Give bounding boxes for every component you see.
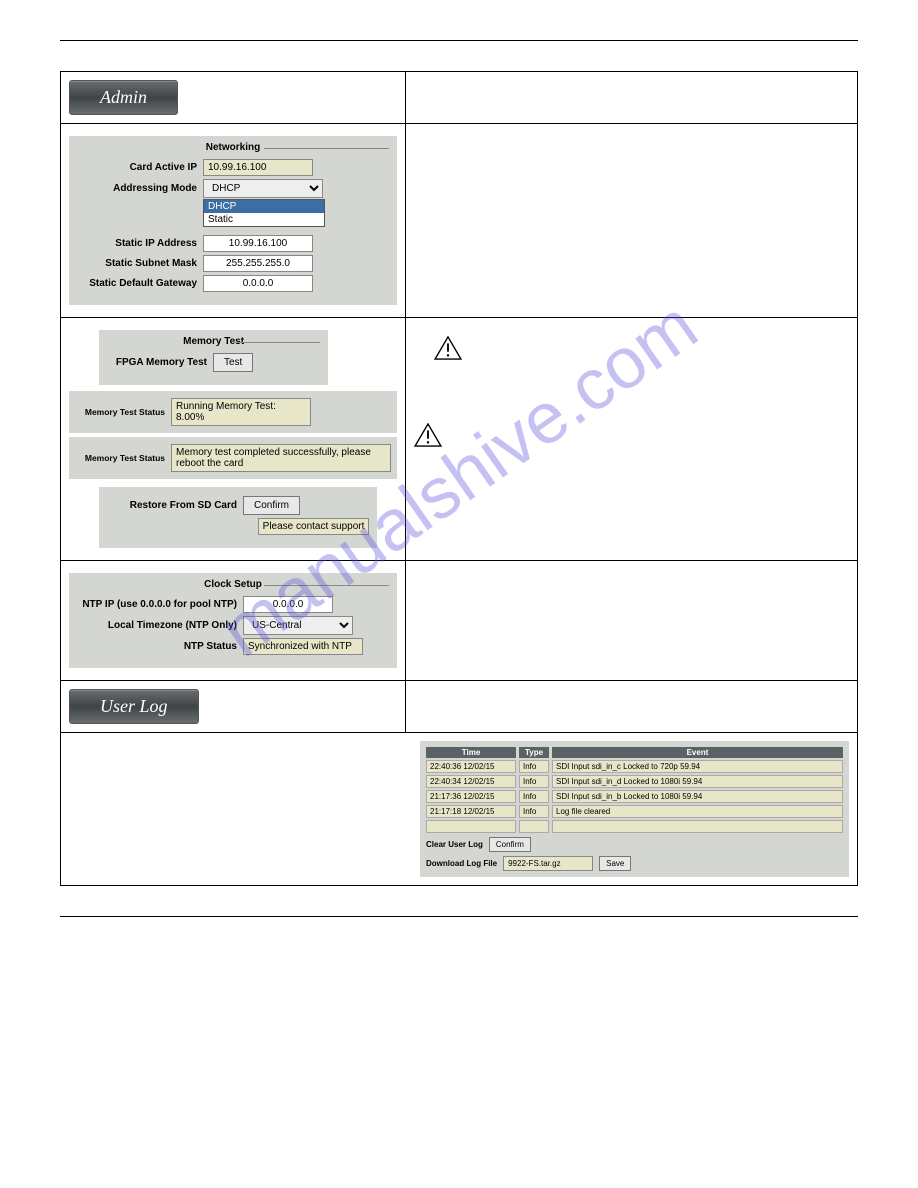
memory-status2-panel: Memory Test Status Memory test completed… <box>69 437 397 479</box>
log-header-time: Time <box>426 747 516 758</box>
gateway-label: Static Default Gateway <box>77 278 197 289</box>
content-table: Admin Networking Card Active IP 10.99.16… <box>60 71 858 886</box>
clock-panel: Clock Setup NTP IP (use 0.0.0.0 for pool… <box>69 573 397 668</box>
memory-test-panel: Memory Test FPGA Memory Test Test <box>99 330 328 385</box>
clear-log-label: Clear User Log <box>426 840 483 849</box>
admin-tab-cell: Admin <box>61 72 406 124</box>
clear-log-button[interactable]: Confirm <box>489 837 531 852</box>
addressing-mode-select[interactable]: DHCP <box>203 179 323 198</box>
warning-icon <box>414 423 442 447</box>
memory-status1-value: Running Memory Test: 8.00% <box>171 398 311 426</box>
log-cell-time: 21:17:36 12/02/15 <box>426 790 516 803</box>
memory-cell: Memory Test FPGA Memory Test Test Memory… <box>61 318 406 561</box>
log-cell-type: Info <box>519 775 549 788</box>
addressing-mode-label: Addressing Mode <box>77 183 197 194</box>
test-button[interactable]: Test <box>213 353 253 372</box>
log-cell-type <box>519 820 549 833</box>
bottom-rule <box>60 916 858 917</box>
userlog-tab-desc-cell <box>406 681 858 733</box>
card-active-ip-label: Card Active IP <box>77 162 197 173</box>
log-header: Time Type Event <box>426 747 843 758</box>
addressing-mode-option-static[interactable]: Static <box>204 213 324 226</box>
log-cell-event: SDI Input sdi_in_d Locked to 1080i 59.94 <box>552 775 843 788</box>
userlog-tab[interactable]: User Log <box>69 689 199 724</box>
log-cell-time: 22:40:34 12/02/15 <box>426 775 516 788</box>
admin-tab-desc-cell <box>406 72 858 124</box>
addressing-mode-option-dhcp[interactable]: DHCP <box>204 200 324 213</box>
download-log-label: Download Log File <box>426 859 497 868</box>
log-cell-time: 21:17:18 12/02/15 <box>426 805 516 818</box>
log-cell-type: Info <box>519 760 549 773</box>
restore-panel: Restore From SD Card Confirm Please cont… <box>99 487 377 548</box>
log-cell-time: 22:40:36 12/02/15 <box>426 760 516 773</box>
networking-cell: Networking Card Active IP 10.99.16.100 A… <box>61 124 406 318</box>
log-row-empty <box>426 820 843 833</box>
memory-status2-label: Memory Test Status <box>75 453 165 463</box>
card-active-ip-value: 10.99.16.100 <box>203 159 313 176</box>
log-row: 22:40:36 12/02/15 Info SDI Input sdi_in_… <box>426 760 843 773</box>
top-rule <box>60 40 858 41</box>
log-row: 21:17:18 12/02/15 Info Log file cleared <box>426 805 843 818</box>
ntp-status-value: Synchronized with NTP <box>243 638 363 655</box>
ntp-status-label: NTP Status <box>77 641 237 652</box>
static-ip-input[interactable] <box>203 235 313 252</box>
userlog-cell: Time Type Event 22:40:36 12/02/15 Info S… <box>61 733 858 886</box>
log-cell-event: SDI Input sdi_in_b Locked to 1080i 59.94 <box>552 790 843 803</box>
memory-status1-label: Memory Test Status <box>75 407 165 417</box>
userlog-panel: Time Type Event 22:40:36 12/02/15 Info S… <box>420 741 849 877</box>
ntp-ip-input[interactable] <box>243 596 333 613</box>
ntp-ip-label: NTP IP (use 0.0.0.0 for pool NTP) <box>77 599 237 610</box>
networking-heading: Networking <box>77 142 389 153</box>
memory-desc-cell <box>406 318 858 561</box>
log-header-event: Event <box>552 747 843 758</box>
addressing-mode-dropdown[interactable]: DHCP Static <box>203 199 325 227</box>
log-cell-event: Log file cleared <box>552 805 843 818</box>
clock-heading: Clock Setup <box>77 579 389 590</box>
warning-icon <box>434 336 462 360</box>
log-cell-time <box>426 820 516 833</box>
subnet-input[interactable] <box>203 255 313 272</box>
restore-msg: Please contact support <box>258 518 370 535</box>
memory-heading: Memory Test <box>107 336 320 347</box>
networking-panel: Networking Card Active IP 10.99.16.100 A… <box>69 136 397 305</box>
memory-status2-value: Memory test completed successfully, plea… <box>171 444 391 472</box>
log-cell-event <box>552 820 843 833</box>
download-log-save-button[interactable]: Save <box>599 856 631 871</box>
log-cell-event: SDI Input sdi_in_c Locked to 720p 59.94 <box>552 760 843 773</box>
networking-desc-cell <box>406 124 858 318</box>
fpga-label: FPGA Memory Test <box>107 357 207 368</box>
clock-cell: Clock Setup NTP IP (use 0.0.0.0 for pool… <box>61 561 406 681</box>
static-ip-label: Static IP Address <box>77 238 197 249</box>
log-header-type: Type <box>519 747 549 758</box>
log-cell-type: Info <box>519 805 549 818</box>
log-row: 21:17:36 12/02/15 Info SDI Input sdi_in_… <box>426 790 843 803</box>
subnet-label: Static Subnet Mask <box>77 258 197 269</box>
memory-status1-panel: Memory Test Status Running Memory Test: … <box>69 391 397 433</box>
gateway-input[interactable] <box>203 275 313 292</box>
download-log-file: 9922-FS.tar.gz <box>503 856 593 871</box>
userlog-tab-cell: User Log <box>61 681 406 733</box>
timezone-label: Local Timezone (NTP Only) <box>77 620 237 631</box>
admin-tab[interactable]: Admin <box>69 80 178 115</box>
log-row: 22:40:34 12/02/15 Info SDI Input sdi_in_… <box>426 775 843 788</box>
log-cell-type: Info <box>519 790 549 803</box>
restore-confirm-button[interactable]: Confirm <box>243 496 300 515</box>
restore-label: Restore From SD Card <box>107 500 237 511</box>
timezone-select[interactable]: US-Central <box>243 616 353 635</box>
clock-desc-cell <box>406 561 858 681</box>
